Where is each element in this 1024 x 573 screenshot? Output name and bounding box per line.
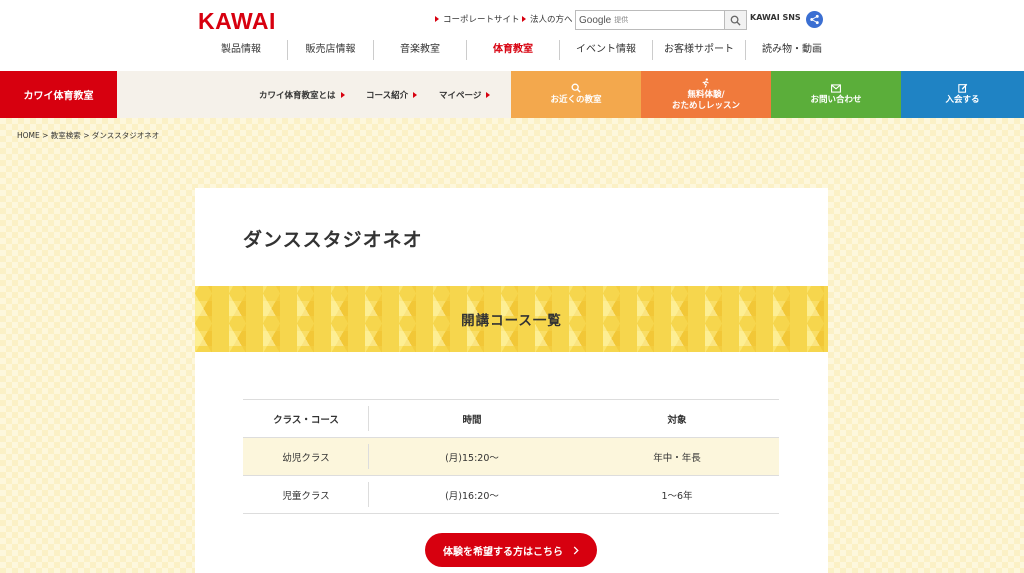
arrow-right-icon: [413, 91, 418, 98]
site-search: Google 提供: [575, 10, 747, 30]
search-input[interactable]: Google 提供: [576, 11, 724, 29]
col-header-time-label: 時間: [462, 414, 482, 426]
cell-target: 年中・年長: [575, 437, 779, 476]
col-header-target: 対象: [575, 399, 779, 438]
nearby-classroom-button[interactable]: お近くの教室: [511, 71, 641, 118]
search-icon: [571, 83, 581, 94]
global-nav-item[interactable]: お客様サポート: [652, 40, 745, 60]
section-title: 開講コース一覧: [461, 313, 562, 329]
cell-class-label: 幼児クラス: [282, 452, 330, 464]
section-nav-bar: カワイ体育教室 カワイ体育教室とは コース紹介 マイページ お近くの教室 無料体…: [0, 71, 1024, 118]
breadcrumb: HOME > 教室検索 > ダンススタジオネオ: [17, 131, 160, 140]
course-list-banner: 開講コース一覧: [195, 286, 828, 352]
col-header-time: 時間: [369, 399, 575, 438]
chevron-right-icon: [573, 545, 579, 555]
col-header-class-label: クラス・コース: [273, 414, 339, 426]
global-nav-item[interactable]: イベント情報: [559, 40, 652, 60]
col-header-class: クラス・コース: [243, 399, 369, 438]
provided-label: 提供: [614, 16, 629, 24]
subnav-courses[interactable]: コース紹介: [366, 71, 418, 118]
runner-icon: [702, 78, 709, 89]
kawai-logo[interactable]: KAWAI: [198, 8, 276, 35]
sns-label: KAWAI SNS: [750, 13, 801, 22]
edit-icon: [957, 84, 967, 94]
subnav-mypage[interactable]: マイページ: [439, 71, 491, 118]
table-header-row: クラス・コース 時間 対象: [243, 399, 779, 438]
cell-class: 児童クラス: [243, 475, 369, 514]
arrow-right-icon: [522, 16, 526, 22]
global-nav: 製品情報 販売店情報 音楽教室 体育教室 イベント情報 お客様サポート 読み物・動画: [195, 40, 838, 60]
enroll-label: 入会する: [945, 95, 980, 106]
main-content: HOME > 教室検索 > ダンススタジオネオ ダンススタジオネオ 開講コース一…: [0, 118, 1024, 573]
business-link[interactable]: 法人の方へ: [522, 13, 573, 25]
col-header-target-label: 対象: [667, 414, 687, 426]
global-nav-item[interactable]: 音楽教室: [373, 40, 466, 60]
arrow-right-icon: [340, 91, 345, 98]
course-table: クラス・コース 時間 対象 幼児クラス (月)15:20〜 年中・年長 児童クラ…: [243, 399, 779, 514]
mail-icon: [831, 84, 841, 93]
page-title: ダンススタジオネオ: [243, 229, 423, 251]
global-nav-item[interactable]: 製品情報: [195, 40, 287, 60]
arrow-right-icon: [486, 91, 491, 98]
enroll-button[interactable]: 入会する: [901, 71, 1024, 118]
cell-class-label: 児童クラス: [282, 490, 330, 502]
global-nav-item[interactable]: 読み物・動画: [745, 40, 838, 60]
sns-share-button[interactable]: [806, 11, 823, 28]
contact-button[interactable]: お問い合わせ: [771, 71, 901, 118]
corporate-site-link[interactable]: コーポレートサイト: [435, 13, 520, 25]
subnav-about[interactable]: カワイ体育教室とは: [259, 71, 345, 118]
cell-time: (月)15:20〜: [369, 437, 575, 476]
cell-time: (月)16:20〜: [369, 475, 575, 514]
trial-request-label: 体験を希望する方はこちら: [443, 546, 563, 558]
share-icon: [810, 14, 819, 25]
contact-label: お問い合わせ: [810, 94, 862, 105]
corporate-site-label: コーポレートサイト: [443, 15, 520, 25]
subnav-courses-label: コース紹介: [366, 90, 409, 101]
business-label: 法人の方へ: [530, 15, 573, 25]
section-brand[interactable]: カワイ体育教室: [0, 71, 117, 118]
classroom-card: ダンススタジオネオ 開講コース一覧 クラス・コース 時間 対象 幼児クラス (月…: [195, 188, 828, 573]
trial-request-button[interactable]: 体験を希望する方はこちら: [425, 533, 597, 567]
global-nav-item[interactable]: 販売店情報: [287, 40, 373, 60]
free-trial-label-2: おためしレッスン: [671, 100, 740, 111]
subnav-mypage-label: マイページ: [439, 90, 482, 101]
cell-target: 1〜6年: [575, 475, 779, 514]
google-label: Google: [579, 14, 612, 26]
search-icon: [730, 15, 741, 26]
free-trial-button[interactable]: 無料体験/ おためしレッスン: [641, 71, 771, 118]
search-button[interactable]: [724, 11, 746, 29]
nearby-classroom-label: お近くの教室: [550, 95, 602, 106]
site-header: KAWAI コーポレートサイト 法人の方へ Google 提供 KAWAI SN…: [0, 0, 1024, 71]
subnav-about-label: カワイ体育教室とは: [259, 90, 336, 101]
table-row: 児童クラス (月)16:20〜 1〜6年: [243, 475, 779, 514]
cell-class: 幼児クラス: [243, 437, 369, 476]
arrow-right-icon: [435, 16, 439, 22]
free-trial-label-1: 無料体験/: [687, 90, 725, 101]
table-row: 幼児クラス (月)15:20〜 年中・年長: [243, 437, 779, 476]
global-nav-item[interactable]: 体育教室: [466, 40, 559, 60]
